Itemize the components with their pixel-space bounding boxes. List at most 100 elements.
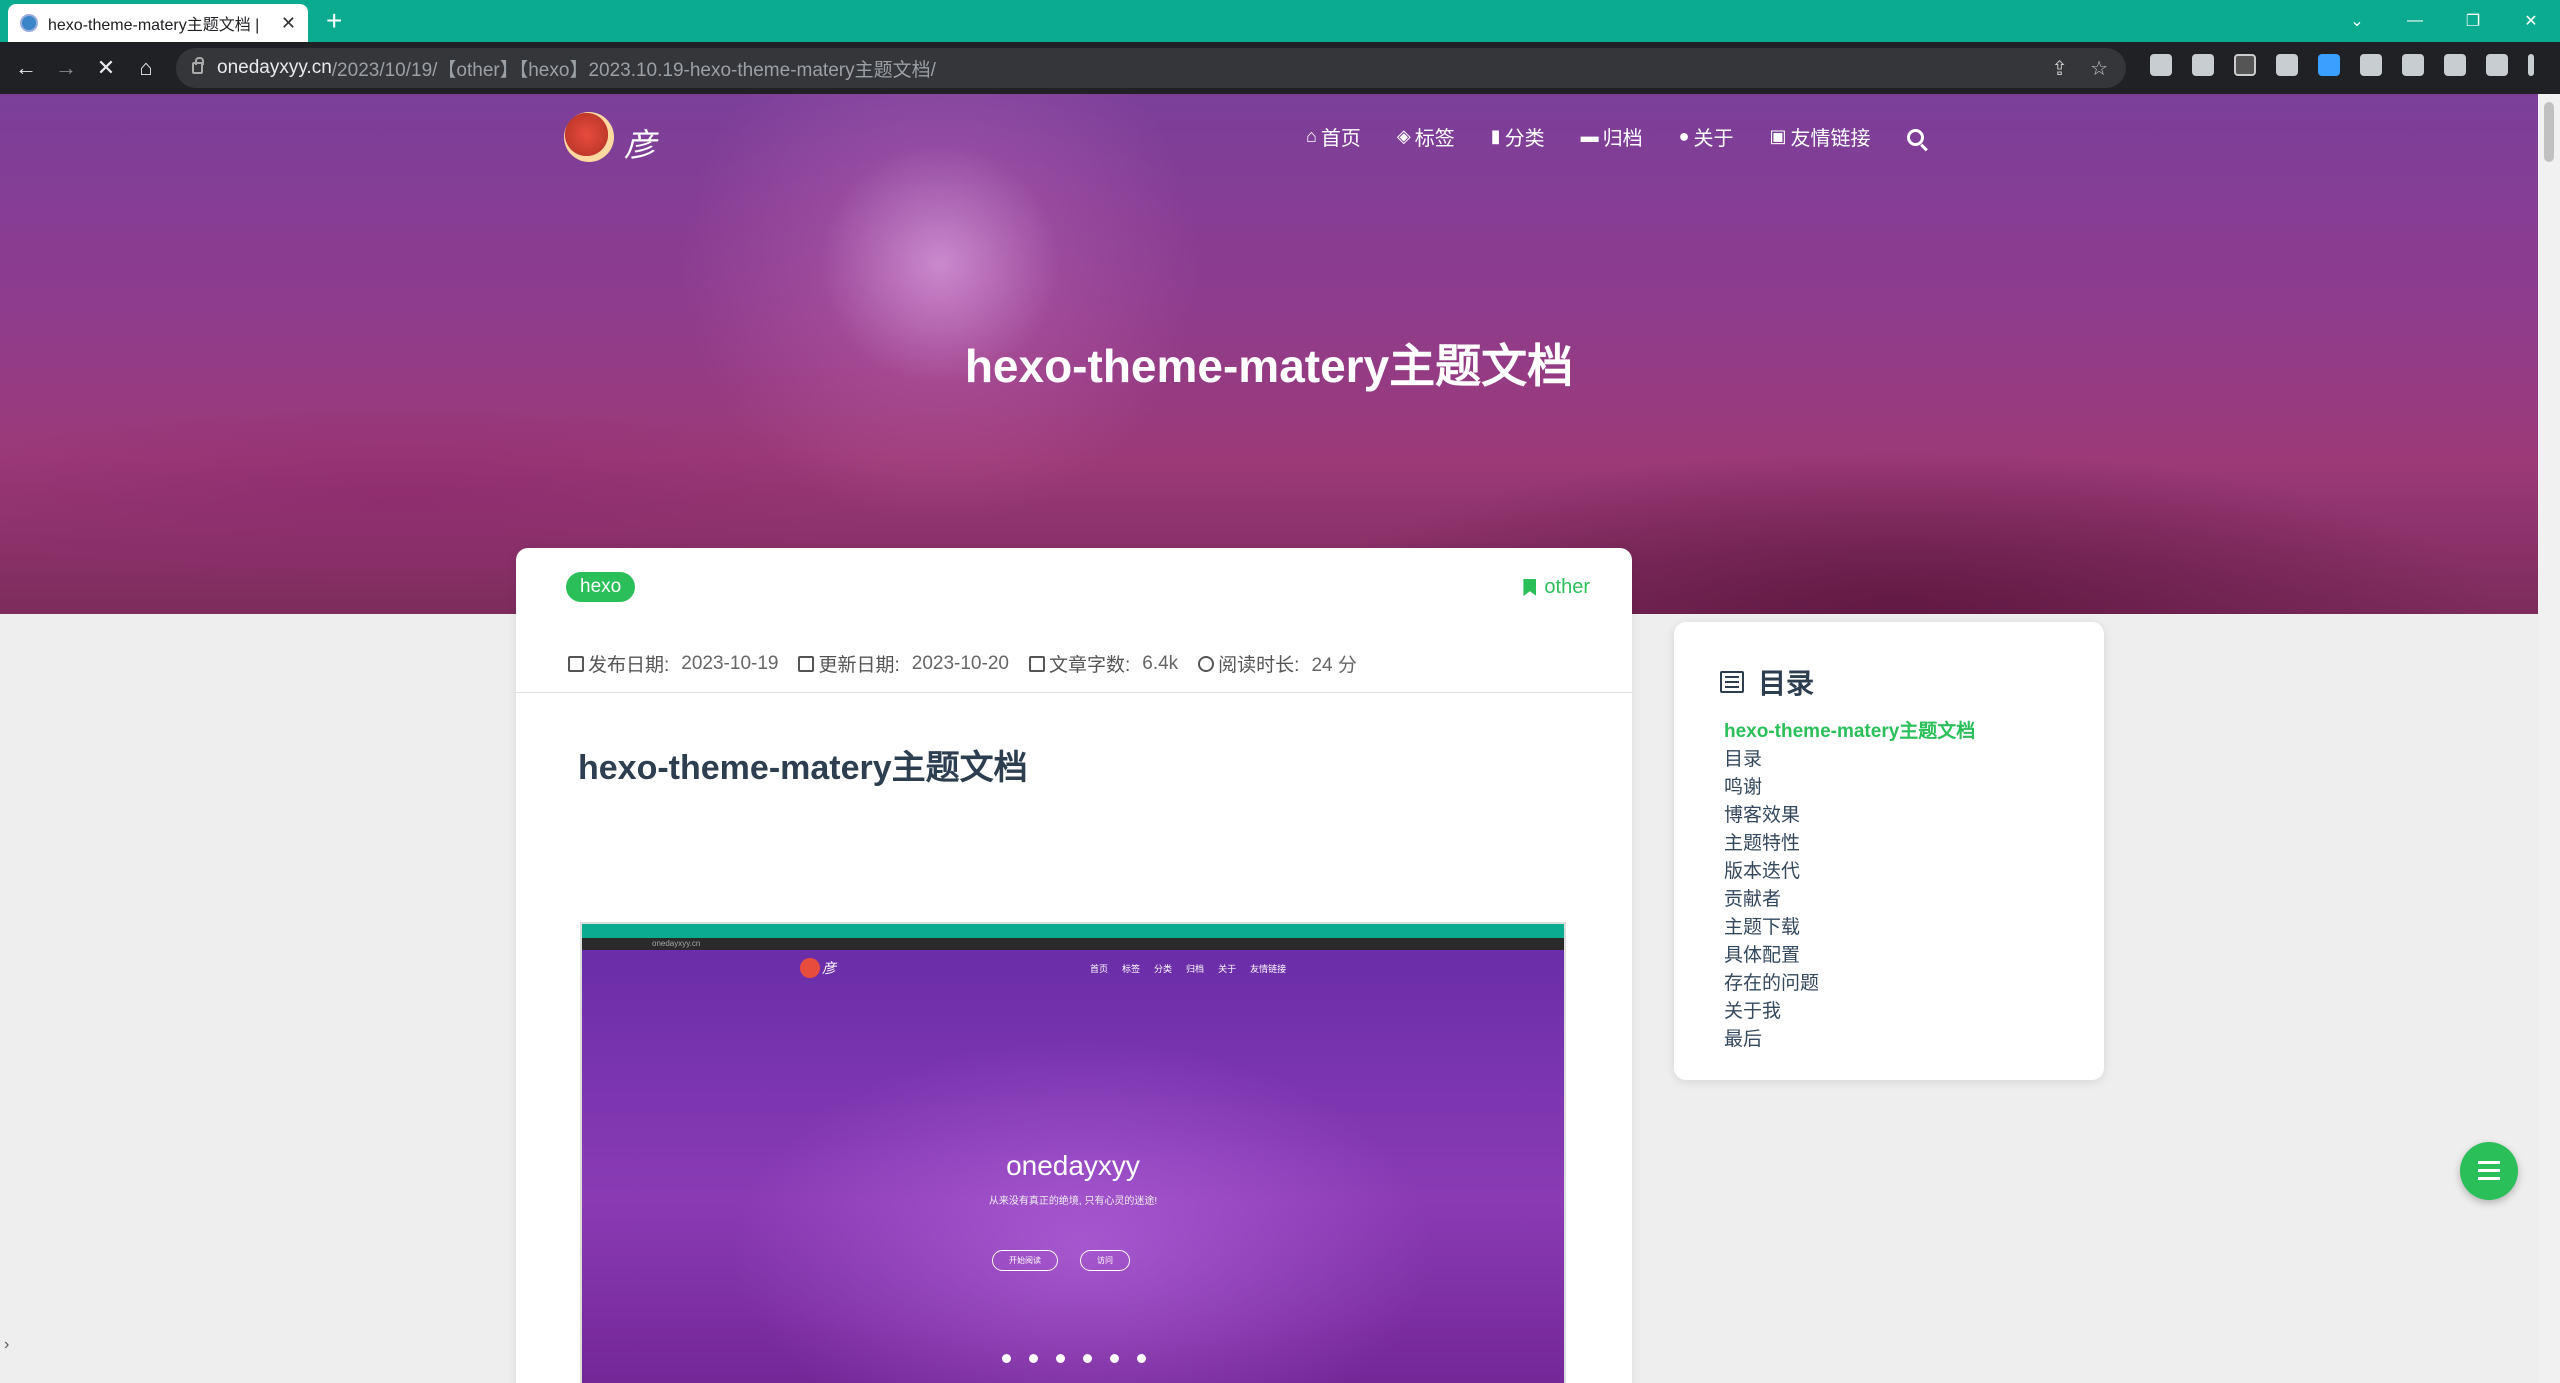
meta-label: 阅读时长: bbox=[1218, 655, 1300, 676]
extension-icon[interactable] bbox=[2150, 54, 2172, 76]
zhihu-icon bbox=[1110, 1354, 1119, 1363]
tab-search-button[interactable]: ⌄ bbox=[2328, 11, 2386, 31]
screenshot-hero: 彦 首页 标签 分类 归档 关于 友情链接 onedayxyy 从来没有真正的绝… bbox=[582, 950, 1564, 1383]
nav-label: 关于 bbox=[1693, 128, 1734, 150]
extension-icon[interactable] bbox=[2192, 54, 2214, 76]
toc-item[interactable]: 贡献者 bbox=[1724, 886, 1975, 914]
github-icon bbox=[1002, 1354, 1011, 1363]
calendar-icon bbox=[568, 655, 584, 672]
hero-banner: 彦 ⌂ 首页 ◈ 标签 ▮ 分类 ▬ 归档 ● 关于 ▣ 友情链接 hexo-t… bbox=[0, 94, 2538, 614]
screenshot-visit-button: 访问 bbox=[1080, 1250, 1130, 1271]
toc-list: hexo-theme-matery主题文档 目录 鸣谢 博客效果 主题特性 版本… bbox=[1724, 718, 1975, 1054]
chevron-right-icon[interactable]: › bbox=[4, 1336, 9, 1354]
home-icon: ⌂ bbox=[1306, 126, 1317, 146]
archive-icon: ▬ bbox=[1580, 126, 1599, 146]
divider bbox=[516, 692, 1632, 693]
nav-item-archive[interactable]: ▬ 归档 bbox=[1581, 122, 1643, 151]
home-icon bbox=[1029, 1354, 1038, 1363]
menu-kebab-icon[interactable] bbox=[2528, 54, 2534, 76]
screenshot-title: onedayxyy bbox=[1006, 1150, 1140, 1181]
tab-title: hexo-theme-matery主题文档 | bbox=[48, 17, 260, 34]
page-viewport: 彦 ⌂ 首页 ◈ 标签 ▮ 分类 ▬ 归档 ● 关于 ▣ 友情链接 hexo-t… bbox=[0, 94, 2538, 1383]
minimize-button[interactable]: — bbox=[2386, 12, 2444, 30]
download-icon[interactable] bbox=[2402, 54, 2424, 76]
publish-date: 发布日期: 2023-10-19 bbox=[568, 650, 778, 677]
screenshot-start-button: 开始阅读 bbox=[992, 1250, 1058, 1271]
toc-item[interactable]: 具体配置 bbox=[1724, 942, 1975, 970]
tag-pill[interactable]: hexo bbox=[566, 572, 636, 602]
file-icon bbox=[1028, 655, 1045, 672]
toc-item[interactable]: 鸣谢 bbox=[1724, 774, 1975, 802]
restore-button[interactable]: ❐ bbox=[2444, 11, 2502, 31]
nav-item-tags[interactable]: ◈ 标签 bbox=[1397, 122, 1455, 151]
site-logo[interactable] bbox=[564, 112, 614, 162]
top-nav: ⌂ 首页 ◈ 标签 ▮ 分类 ▬ 归档 ● 关于 ▣ 友情链接 bbox=[1306, 122, 1924, 151]
toc-item[interactable]: 主题特性 bbox=[1724, 830, 1975, 858]
nav-label: 友情链接 bbox=[1790, 128, 1871, 150]
browser-tab-bar: hexo-theme-matery主题文档 | ✕ + ⌄ — ❐ ✕ bbox=[0, 0, 2560, 42]
list-icon bbox=[1720, 671, 1744, 693]
stop-loading-icon[interactable]: ✕ bbox=[86, 55, 126, 81]
extension-icon[interactable] bbox=[2318, 54, 2340, 76]
meta-value: 2023-10-19 bbox=[681, 652, 779, 674]
toc-item[interactable]: 主题下载 bbox=[1724, 914, 1975, 942]
url-path: /2023/10/19/【other】【hexo】2023.10.19-hexo… bbox=[331, 59, 936, 81]
extension-icon[interactable] bbox=[2234, 54, 2256, 76]
window-controls: ⌄ — ❐ ✕ bbox=[2328, 0, 2560, 42]
meta-value: 6.4k bbox=[1142, 652, 1179, 674]
toc-item[interactable]: 最后 bbox=[1724, 1026, 1975, 1054]
extension-icon[interactable] bbox=[2276, 54, 2298, 76]
nav-search[interactable] bbox=[1906, 122, 1924, 151]
nav-item-friends[interactable]: ▣ 友情链接 bbox=[1770, 122, 1871, 151]
screenshot-nav: 首页 标签 分类 归档 关于 友情链接 bbox=[1090, 962, 1286, 975]
article-heading: hexo-theme-matery主题文档 bbox=[578, 749, 1028, 787]
back-icon[interactable]: ← bbox=[6, 55, 46, 81]
tab-close-icon[interactable]: ✕ bbox=[281, 13, 296, 34]
calendar-check-icon bbox=[798, 655, 815, 672]
nav-label: 首页 bbox=[1320, 128, 1361, 150]
toc-item[interactable]: 版本迭代 bbox=[1724, 858, 1975, 886]
bookmark-icon: ▮ bbox=[1490, 126, 1501, 146]
url-host: onedayxyy.cn bbox=[217, 57, 332, 78]
category-link[interactable]: other bbox=[1523, 576, 1590, 599]
update-date: 更新日期: 2023-10-20 bbox=[798, 650, 1009, 677]
nav-item-categories[interactable]: ▮ 分类 bbox=[1491, 122, 1545, 151]
nav-item-home[interactable]: ⌂ 首页 bbox=[1306, 122, 1361, 151]
nav-item-about[interactable]: ● 关于 bbox=[1679, 122, 1734, 151]
screenshot-subtitle: 从来没有真正的绝境, 只有心灵的迷途! bbox=[988, 1196, 1158, 1207]
tab-favicon-icon bbox=[20, 14, 38, 32]
site-name[interactable]: 彦 bbox=[624, 120, 656, 166]
share-icon[interactable]: ⇪ bbox=[2051, 56, 2068, 81]
article-screenshot: onedayxyy.cn 彦 首页 标签 分类 归档 关于 友情链接 oneda… bbox=[580, 922, 1566, 1383]
puzzle-icon[interactable] bbox=[2360, 54, 2382, 76]
screenshot-social bbox=[1002, 1354, 1146, 1363]
address-bar[interactable]: onedayxyy.cn /2023/10/19/【other】【hexo】20… bbox=[176, 48, 2126, 88]
screenshot-address: onedayxyy.cn bbox=[582, 938, 1564, 950]
forward-icon[interactable]: → bbox=[46, 55, 86, 81]
lock-icon[interactable] bbox=[192, 57, 204, 74]
new-tab-button[interactable]: + bbox=[326, 6, 342, 36]
star-icon[interactable]: ☆ bbox=[2090, 56, 2108, 81]
clock-icon bbox=[1198, 655, 1215, 672]
rss-icon bbox=[1137, 1354, 1146, 1363]
scroll-thumb[interactable] bbox=[2544, 102, 2554, 162]
toc-item[interactable]: 目录 bbox=[1724, 746, 1975, 774]
toc-item[interactable]: 关于我 bbox=[1724, 998, 1975, 1026]
toc-item[interactable]: 存在的问题 bbox=[1724, 970, 1975, 998]
toc-toggle-button[interactable] bbox=[2460, 1142, 2518, 1200]
side-panel-icon[interactable] bbox=[2444, 54, 2466, 76]
screenshot-nav-item: 友情链接 bbox=[1250, 964, 1287, 974]
home-browser-icon[interactable]: ⌂ bbox=[126, 55, 166, 81]
page-scrollbar[interactable] bbox=[2538, 94, 2560, 1383]
hero-title: hexo-theme-matery主题文档 bbox=[964, 340, 1574, 392]
qq-icon bbox=[1083, 1354, 1092, 1363]
toc-item[interactable]: hexo-theme-matery主题文档 bbox=[1724, 718, 1975, 746]
article-card: hexo other 发布日期: 2023-10-19 更新日期: 2023-1… bbox=[516, 548, 1632, 1383]
screenshot-tabbar bbox=[582, 924, 1564, 938]
user-circle-icon: ● bbox=[1678, 126, 1690, 146]
profile-icon[interactable] bbox=[2486, 54, 2508, 76]
browser-tab[interactable]: hexo-theme-matery主题文档 | ✕ bbox=[8, 4, 308, 42]
toc-item[interactable]: 博客效果 bbox=[1724, 802, 1975, 830]
close-window-button[interactable]: ✕ bbox=[2502, 11, 2560, 31]
toc-header: 目录 bbox=[1720, 662, 1814, 702]
